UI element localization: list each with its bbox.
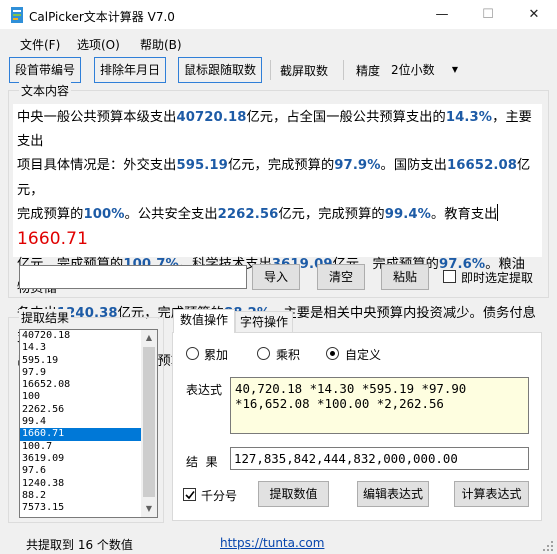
- import-button[interactable]: 导入: [252, 264, 300, 290]
- text-caret: [497, 203, 499, 221]
- text-segment: 。教育支出: [430, 206, 498, 222]
- text-segment: 亿元，占全国一般公共预算支出的: [246, 110, 446, 125]
- text-content-area[interactable]: 中央一般公共预算本级支出40720.18亿元，占全国一般公共预算支出的14.3%…: [13, 104, 542, 369]
- status-count: 共提取到 16 个数值: [26, 538, 133, 552]
- radio-sum-label: 累加: [204, 348, 229, 362]
- mouse-follow-button[interactable]: 鼠标跟随取数: [178, 57, 262, 83]
- radio-product[interactable]: [257, 347, 270, 360]
- number-token: 100%: [83, 206, 125, 222]
- expression-input[interactable]: 40,720.18 *14.30 *595.19 *97.90 *16,652.…: [230, 377, 529, 434]
- number-token: 1660.71: [17, 229, 88, 250]
- tab-numeric[interactable]: 数值操作: [173, 309, 235, 333]
- list-item[interactable]: 14.3: [20, 342, 142, 354]
- window-title: CalPicker文本计算器 V7.0: [29, 10, 175, 24]
- text-line: 项目具体情况是：外交支出595.19亿元，完成预算的97.9%。国防支出1665…: [17, 154, 538, 202]
- list-item[interactable]: 595.19: [20, 355, 142, 367]
- list-item[interactable]: 3619.09: [20, 453, 142, 465]
- text-segment: 亿元，完成预算的: [278, 206, 385, 222]
- result-list[interactable]: 40720.18 14.3 595.19 97.9 16652.08 100 2262.56…: [19, 329, 158, 518]
- maximize-button[interactable]: ☐: [465, 0, 511, 30]
- list-item[interactable]: 88.2: [20, 490, 142, 502]
- thousands-checkbox[interactable]: [183, 488, 196, 501]
- menu-file[interactable]: 文件(F): [20, 36, 60, 53]
- list-item[interactable]: 97.6: [20, 465, 142, 477]
- auto-extract-label: 即时选定提取: [461, 271, 534, 285]
- expression-label: 表达式: [186, 383, 223, 397]
- number-token: 16652.08: [446, 158, 518, 174]
- text-line: 完成预算的100%。公共安全支出2262.56亿元，完成预算的99.4%。教育支…: [17, 203, 538, 253]
- toolbar-separator: [270, 60, 271, 80]
- results-group-title: 提取结果: [19, 309, 72, 326]
- app-icon: [11, 7, 23, 23]
- chevron-down-icon: ▼: [451, 65, 458, 74]
- list-item[interactable]: 1240.38: [20, 478, 142, 490]
- text-segment: 项目具体情况是：外交支出: [17, 158, 177, 174]
- screenshot-extract-button[interactable]: 截屏取数: [280, 62, 328, 79]
- number-token: 40720.18: [176, 110, 247, 125]
- tab-character[interactable]: 字符操作: [235, 311, 293, 332]
- number-token: 595.19: [176, 158, 228, 174]
- clear-button[interactable]: 清空: [317, 264, 365, 290]
- edit-expression-button[interactable]: 编辑表达式: [357, 481, 429, 507]
- calculate-expression-button[interactable]: 计算表达式: [454, 481, 529, 507]
- list-item[interactable]: 40720.18: [20, 330, 142, 342]
- radio-product-label: 乘积: [276, 348, 301, 362]
- number-token: 99.4%: [384, 206, 431, 222]
- radio-custom[interactable]: [326, 347, 339, 360]
- menu-options[interactable]: 选项(O): [77, 36, 120, 53]
- extract-values-button[interactable]: 提取数值: [258, 481, 329, 507]
- toolbar-separator: [343, 60, 344, 80]
- precision-label: 精度: [356, 64, 381, 78]
- minimize-button[interactable]: —: [419, 0, 465, 30]
- list-item[interactable]: 2262.56: [20, 404, 142, 416]
- text-segment: 。公共安全支出: [124, 206, 218, 222]
- menu-help[interactable]: 帮助(B): [140, 36, 182, 53]
- precision-value: 2位小数: [391, 63, 435, 77]
- number-token: 97.9%: [334, 158, 381, 174]
- list-item[interactable]: 1660.71: [20, 428, 142, 441]
- list-item[interactable]: 97.9: [20, 367, 142, 379]
- radio-custom-label: 自定义: [345, 348, 382, 362]
- result-field[interactable]: 127,835,842,444,832,000,000.00: [230, 447, 529, 470]
- exclude-date-button[interactable]: 排除年月日: [94, 57, 166, 83]
- website-link[interactable]: https://tunta.com: [220, 536, 324, 550]
- list-item[interactable]: 99.4: [20, 416, 142, 428]
- scroll-thumb[interactable]: [143, 347, 155, 497]
- checkmark-icon: [185, 491, 195, 500]
- text-group-title: 文本内容: [19, 82, 72, 99]
- paste-button[interactable]: 粘贴: [381, 264, 429, 290]
- precision-select[interactable]: 2位小数 ▼: [388, 59, 462, 81]
- scroll-down-icon[interactable]: ▼: [141, 501, 157, 517]
- list-item[interactable]: 7573.15: [20, 502, 142, 514]
- number-token: 2262.56: [217, 206, 279, 222]
- resize-grip-icon[interactable]: [543, 541, 554, 552]
- result-label: 结 果: [186, 455, 218, 469]
- scrollbar[interactable]: ▲ ▼: [141, 330, 157, 517]
- close-button[interactable]: ✕: [511, 0, 557, 30]
- text-segment: 。国防支出: [380, 158, 447, 174]
- list-item[interactable]: 16652.08: [20, 379, 142, 391]
- list-item[interactable]: 100: [20, 391, 142, 403]
- text-segment: 完成预算的: [17, 206, 84, 222]
- auto-extract-checkbox[interactable]: [443, 270, 456, 283]
- list-item[interactable]: 100.7: [20, 441, 142, 453]
- para-number-button[interactable]: 段首带编号: [9, 57, 81, 83]
- text-segment: 亿元，完成预算的: [227, 158, 335, 174]
- text-line: 中央一般公共预算本级支出40720.18亿元，占全国一般公共预算支出的14.3%…: [17, 106, 538, 154]
- radio-sum[interactable]: [186, 347, 199, 360]
- text-segment: 中央一般公共预算本级支出: [17, 110, 177, 125]
- import-input[interactable]: [19, 265, 247, 289]
- number-token: 14.3%: [445, 110, 493, 125]
- scroll-up-icon[interactable]: ▲: [141, 330, 157, 346]
- thousands-label: 千分号: [201, 489, 238, 503]
